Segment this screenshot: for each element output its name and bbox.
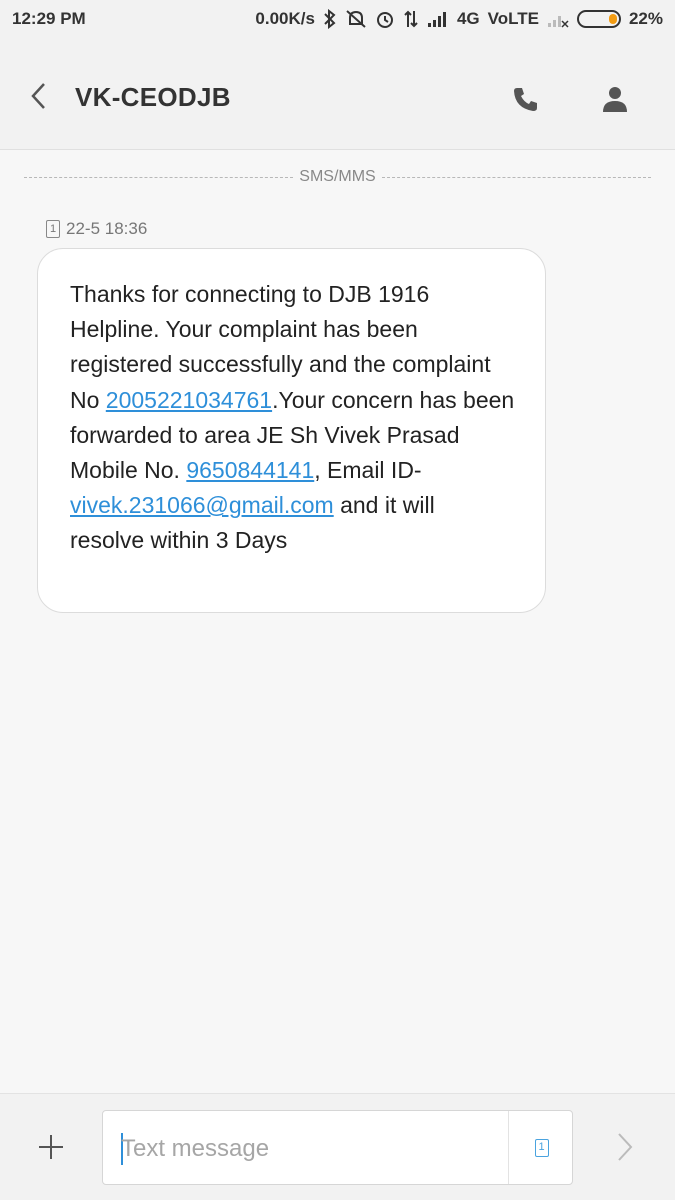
message-type-label: SMS/MMS bbox=[299, 168, 376, 185]
status-bar: 12:29 PM 0.00K/s 4G VoLTE 22% bbox=[0, 0, 675, 38]
status-indicators: 0.00K/s 4G VoLTE 22% bbox=[255, 9, 663, 29]
divider-line-right bbox=[381, 176, 652, 178]
net-speed: 0.00K/s bbox=[255, 9, 315, 28]
signal-icon bbox=[427, 10, 449, 28]
send-button[interactable] bbox=[610, 1130, 640, 1164]
data-transfer-icon bbox=[403, 9, 419, 29]
battery-icon bbox=[576, 10, 621, 28]
mute-icon bbox=[345, 9, 367, 29]
back-icon bbox=[31, 83, 45, 109]
status-time: 12:29 PM bbox=[12, 9, 86, 28]
message-input-box[interactable]: 1 bbox=[102, 1110, 573, 1185]
call-button[interactable] bbox=[508, 82, 542, 116]
mobile-number-link[interactable]: 9650844141 bbox=[186, 457, 314, 483]
sim-select-button[interactable]: 1 bbox=[508, 1111, 574, 1184]
attach-button[interactable] bbox=[36, 1132, 66, 1162]
message-text-part: , Email ID- bbox=[314, 457, 422, 484]
volte-label: VoLTE bbox=[487, 9, 539, 28]
message-timestamp: 1 22-5 18:36 bbox=[46, 218, 147, 240]
compose-bar: 1 bbox=[0, 1093, 675, 1200]
sim-icon: 1 bbox=[46, 220, 60, 238]
sim-icon: 1 bbox=[534, 1138, 549, 1157]
message-input[interactable] bbox=[121, 1129, 501, 1169]
network-type: 4G bbox=[456, 9, 480, 28]
complaint-number-link[interactable]: 2005221034761 bbox=[106, 387, 272, 413]
send-icon bbox=[618, 1133, 633, 1161]
message-text: Thanks for connecting to DJB 1916 Helpli… bbox=[70, 277, 515, 559]
bluetooth-icon bbox=[323, 9, 337, 29]
signal-off-icon bbox=[547, 10, 569, 28]
plus-icon bbox=[39, 1135, 63, 1159]
battery-percent: 22% bbox=[628, 9, 663, 28]
contact-title: VK-CEODJB bbox=[75, 82, 231, 112]
phone-icon bbox=[514, 88, 537, 111]
message-bubble[interactable]: Thanks for connecting to DJB 1916 Helpli… bbox=[37, 248, 546, 613]
contact-button[interactable] bbox=[598, 82, 632, 116]
email-link[interactable]: vivek.231066@gmail.com bbox=[70, 492, 334, 518]
conversation-header: VK-CEODJB bbox=[0, 38, 675, 150]
back-button[interactable] bbox=[24, 80, 52, 112]
timestamp-text: 22-5 18:36 bbox=[66, 219, 148, 238]
message-type-divider: SMS/MMS bbox=[24, 165, 652, 189]
contact-icon bbox=[603, 87, 627, 112]
divider-line-left bbox=[24, 176, 294, 178]
alarm-icon bbox=[375, 9, 395, 29]
